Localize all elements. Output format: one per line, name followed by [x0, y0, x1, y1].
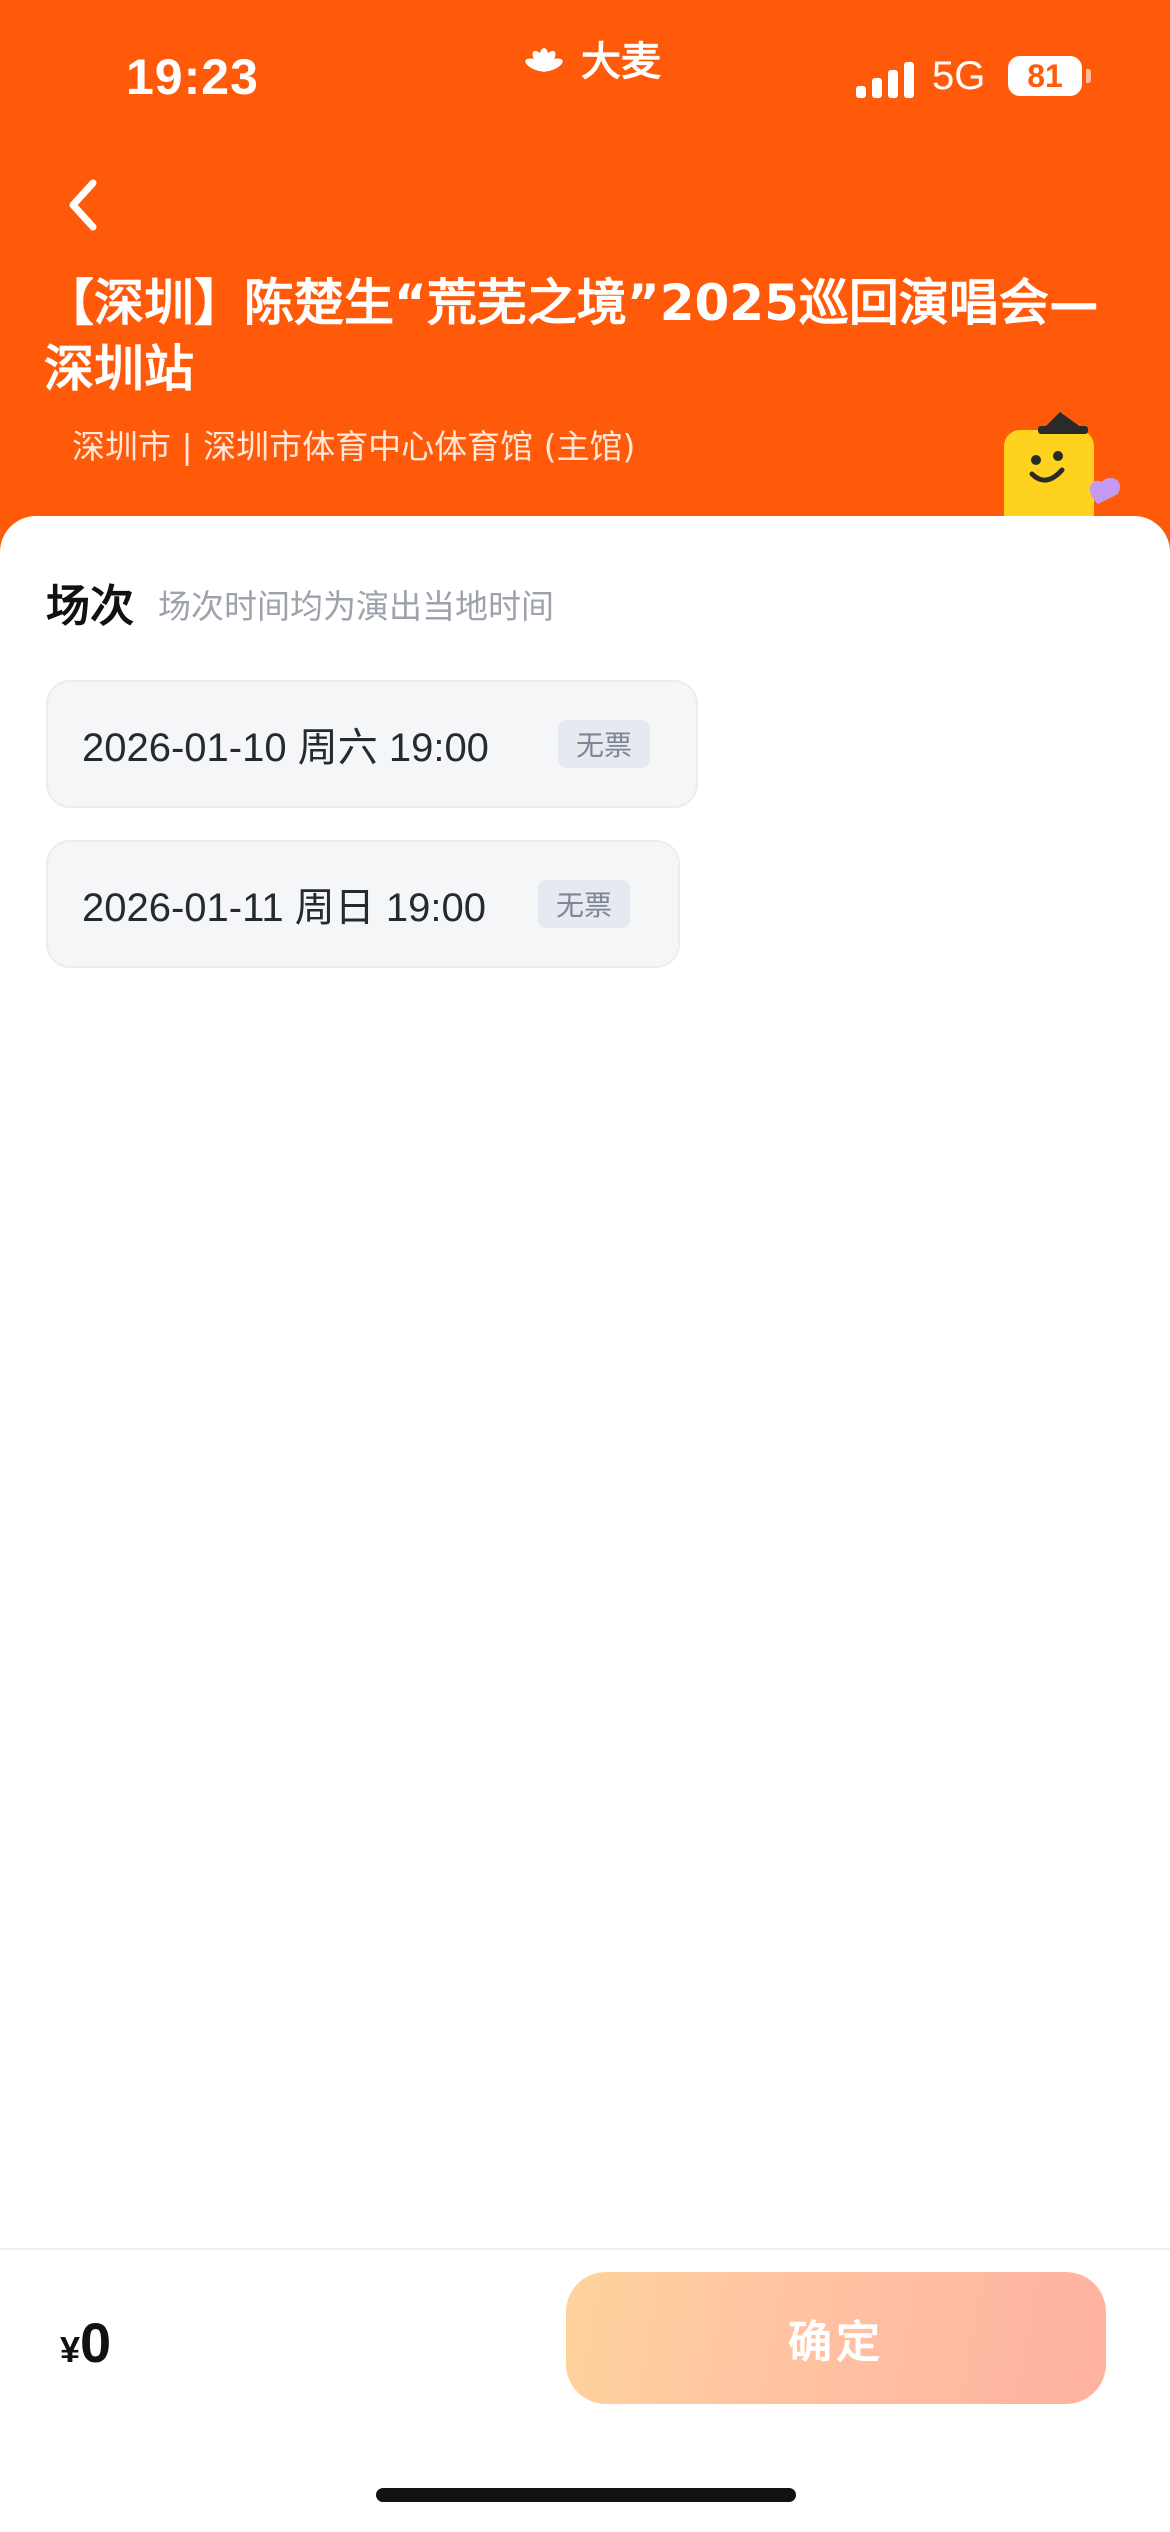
- brand-logo: 大麦: [517, 30, 661, 86]
- battery-icon: 81: [1008, 56, 1082, 96]
- brand-name: 大麦: [581, 39, 661, 85]
- session-sheet: [0, 516, 1170, 2532]
- session-datetime: 2026-01-11 周日 19:00: [82, 886, 486, 930]
- price-value: 0: [80, 2311, 112, 2374]
- section-title: 场次: [46, 581, 134, 632]
- mascot-icon: [1004, 412, 1121, 528]
- damai-logo-icon: [525, 48, 563, 72]
- network-type: 5G: [932, 54, 986, 98]
- session-option[interactable]: 2026-01-11 周日 19:00 无票: [46, 840, 680, 968]
- battery-level: 81: [1027, 57, 1063, 94]
- battery-cap: [1086, 69, 1091, 83]
- session-datetime: 2026-01-10 周六 19:00: [82, 726, 489, 770]
- session-option[interactable]: 2026-01-10 周六 19:00 无票: [46, 680, 698, 808]
- back-button[interactable]: [52, 170, 112, 240]
- signal-icon: [856, 60, 914, 98]
- sold-out-badge: 无票: [538, 880, 631, 928]
- event-venue: 深圳市 | 深圳市体育中心体育馆 (主馆): [72, 427, 636, 466]
- confirm-button[interactable]: 确定: [566, 2272, 1106, 2404]
- event-header: 19:23 大麦 5G 81 【深圳】陈楚生“荒芜之境”2025巡回演唱会—深圳…: [0, 0, 1170, 560]
- total-price: ¥ 0: [60, 2310, 111, 2375]
- sold-out-badge: 无票: [558, 720, 651, 768]
- chevron-left-icon: [69, 179, 97, 231]
- section-note: 场次时间均为演出当地时间: [158, 587, 554, 626]
- footer-divider: [0, 2248, 1170, 2250]
- status-time: 19:23: [126, 49, 259, 105]
- home-indicator: [376, 2488, 796, 2502]
- currency-symbol: ¥: [60, 2329, 81, 2370]
- event-title: 【深圳】陈楚生“荒芜之境”2025巡回演唱会—深圳站: [44, 274, 1099, 398]
